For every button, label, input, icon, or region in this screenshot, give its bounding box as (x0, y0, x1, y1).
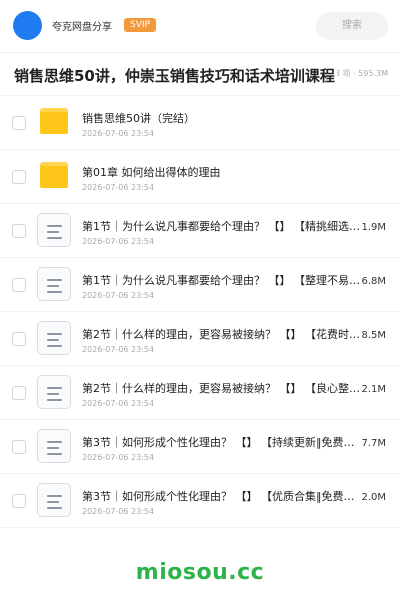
item-name: 第1节｜为什么说凡事都要给个理由？ 【】 【精挑细选‖免费获取】 (82, 220, 360, 233)
avatar[interactable] (13, 11, 42, 40)
search-input[interactable] (316, 12, 388, 40)
file-icon (37, 429, 71, 463)
item-date: 2026-07-06 23:54 (82, 453, 155, 462)
item-size: 1.9M (361, 222, 386, 233)
top-bar: 夸克网盘分享 SVIP (0, 0, 400, 52)
list-item[interactable]: 第2节｜什么样的理由，更容易被接纳？ 【】 【花费时间整理】 2026-07-0… (0, 312, 400, 366)
file-list: 销售思维50讲（完结） 2026-07-06 23:54 第01章 如何给出得体… (0, 96, 400, 528)
item-date: 2026-07-06 23:54 (82, 237, 155, 246)
file-icon (37, 321, 71, 355)
row-checkbox[interactable] (12, 332, 26, 346)
item-date: 2026-07-06 23:54 (82, 129, 155, 138)
folder-icon (40, 162, 68, 188)
brand-label: 夸克网盘分享 (52, 22, 112, 33)
page-title: 销售思维50讲，仲崇玉销售技巧和话术培训课程 (14, 65, 337, 86)
item-name: 第2节｜什么样的理由，更容易被接纳？ 【】 【花费时间整理】 (82, 328, 360, 341)
watermark: miosou.cc (135, 560, 265, 585)
row-checkbox[interactable] (12, 278, 26, 292)
item-name: 第01章 如何给出得体的理由 (82, 166, 221, 179)
file-icon (37, 375, 71, 409)
item-size: 2.0M (361, 492, 386, 503)
folder-title-bar: 3 项 · 595.3M 销售思维50讲，仲崇玉销售技巧和话术培训课程 (0, 52, 400, 96)
row-checkbox[interactable] (12, 386, 26, 400)
item-name: 第1节｜为什么说凡事都要给个理由？ 【】 【整理不易‖免费获取】 (82, 274, 360, 287)
item-size: 8.5M (361, 330, 386, 341)
item-name: 第3节｜如何形成个性化理由？ 【】 【优质合集‖免费获取】 (82, 490, 360, 503)
file-icon (37, 213, 71, 247)
list-item[interactable]: 第01章 如何给出得体的理由 2026-07-06 23:54 (0, 150, 400, 204)
list-item[interactable]: 第1节｜为什么说凡事都要给个理由？ 【】 【精挑细选‖免费获取】 2026-07… (0, 204, 400, 258)
row-checkbox[interactable] (12, 494, 26, 508)
row-checkbox[interactable] (12, 440, 26, 454)
row-checkbox[interactable] (12, 224, 26, 238)
item-date: 2026-07-06 23:54 (82, 183, 155, 192)
item-date: 2026-07-06 23:54 (82, 345, 155, 354)
item-size: 2.1M (361, 384, 386, 395)
item-date: 2026-07-06 23:54 (82, 507, 155, 516)
item-size: 7.7M (361, 438, 386, 449)
list-item[interactable]: 第2节｜什么样的理由，更容易被接纳？ 【】 【良心整理不易】 2026-07-0… (0, 366, 400, 420)
item-size: 6.8M (361, 276, 386, 287)
list-item[interactable]: 第3节｜如何形成个性化理由？ 【】 【优质合集‖免费获取】 2026-07-06… (0, 474, 400, 528)
file-icon (37, 267, 71, 301)
list-item[interactable]: 销售思维50讲（完结） 2026-07-06 23:54 (0, 96, 400, 150)
list-item[interactable]: 第1节｜为什么说凡事都要给个理由？ 【】 【整理不易‖免费获取】 2026-07… (0, 258, 400, 312)
item-date: 2026-07-06 23:54 (82, 291, 155, 300)
item-name: 第2节｜什么样的理由，更容易被接纳？ 【】 【良心整理不易】 (82, 382, 360, 395)
folder-meta: 3 项 · 595.3M (334, 69, 388, 78)
row-checkbox[interactable] (12, 116, 26, 130)
list-item[interactable]: 第3节｜如何形成个性化理由？ 【】 【持续更新‖免费提供】 2026-07-06… (0, 420, 400, 474)
row-checkbox[interactable] (12, 170, 26, 184)
svip-badge: SVIP (124, 18, 156, 32)
item-name: 销售思维50讲（完结） (82, 112, 195, 125)
folder-icon (40, 108, 68, 134)
item-date: 2026-07-06 23:54 (82, 399, 155, 408)
item-name: 第3节｜如何形成个性化理由？ 【】 【持续更新‖免费提供】 (82, 436, 360, 449)
file-icon (37, 483, 71, 517)
